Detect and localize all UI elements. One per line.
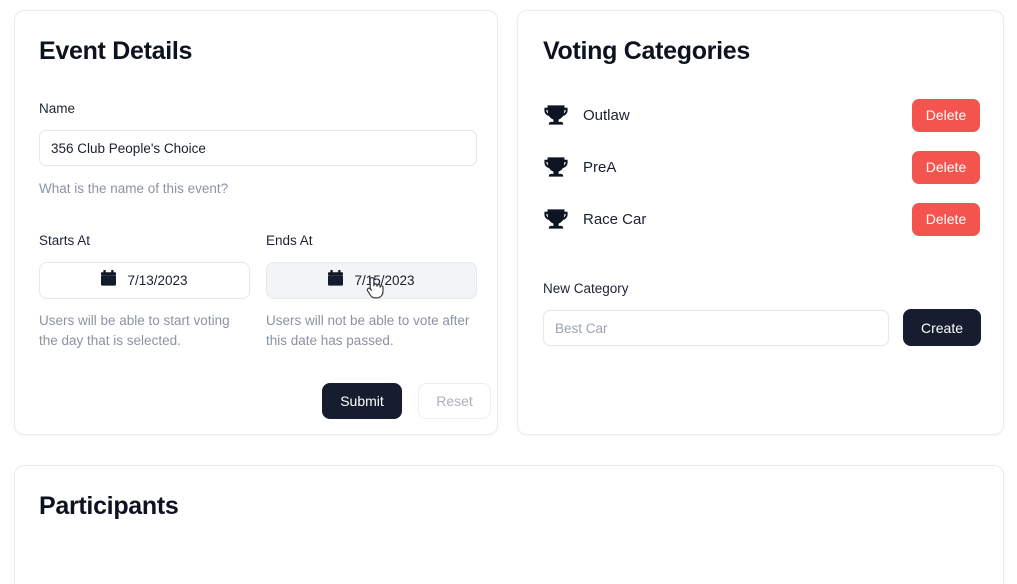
trophy-icon (543, 206, 569, 232)
ends-at-help-text: Users will not be able to vote after thi… (266, 313, 470, 348)
submit-button[interactable]: Submit (322, 383, 402, 419)
event-details-title: Event Details (39, 37, 193, 65)
new-category-input-wrapper (543, 310, 889, 346)
name-label: Name (39, 101, 76, 116)
category-name: Outlaw (583, 106, 630, 124)
delete-category-button[interactable]: Delete (912, 98, 980, 132)
delete-category-button[interactable]: Delete (912, 202, 980, 236)
category-row: PreA Delete (543, 149, 980, 185)
app-page: Event Details Name What is the name of t… (0, 0, 1017, 584)
name-help-text: What is the name of this event? (39, 181, 229, 196)
starts-at-label: Starts At (39, 233, 91, 248)
event-details-card: Event Details Name What is the name of t… (14, 10, 498, 435)
voting-categories-title: Voting Categories (543, 37, 750, 65)
delete-category-button[interactable]: Delete (912, 150, 980, 184)
category-row: Race Car Delete (543, 201, 980, 237)
participants-title: Participants (39, 492, 179, 520)
name-input[interactable] (39, 130, 477, 166)
calendar-icon (328, 270, 344, 291)
ends-at-date-value: 7/15/2023 (354, 273, 415, 288)
category-row: Outlaw Delete (543, 97, 980, 133)
reset-button[interactable]: Reset (418, 383, 491, 419)
ends-at-label: Ends At (266, 233, 313, 248)
new-category-label: New Category (543, 281, 629, 296)
category-name: PreA (583, 158, 617, 176)
name-input-wrapper (39, 130, 477, 166)
starts-at-help-text: Users will be able to start voting the d… (39, 313, 230, 348)
category-name: Race Car (583, 210, 647, 228)
calendar-icon (101, 270, 117, 291)
ends-at-date-button[interactable]: 7/15/2023 (266, 262, 477, 299)
trophy-icon (543, 154, 569, 180)
participants-card: Participants Voting ID Owner Car Categor… (14, 465, 1004, 584)
new-category-input[interactable] (543, 310, 889, 346)
starts-at-date-button[interactable]: 7/13/2023 (39, 262, 250, 299)
starts-at-date-value: 7/13/2023 (127, 273, 188, 288)
create-category-button[interactable]: Create (903, 309, 981, 346)
trophy-icon (543, 102, 569, 128)
voting-categories-card: Voting Categories Outlaw Delete PreA Del… (517, 10, 1004, 435)
